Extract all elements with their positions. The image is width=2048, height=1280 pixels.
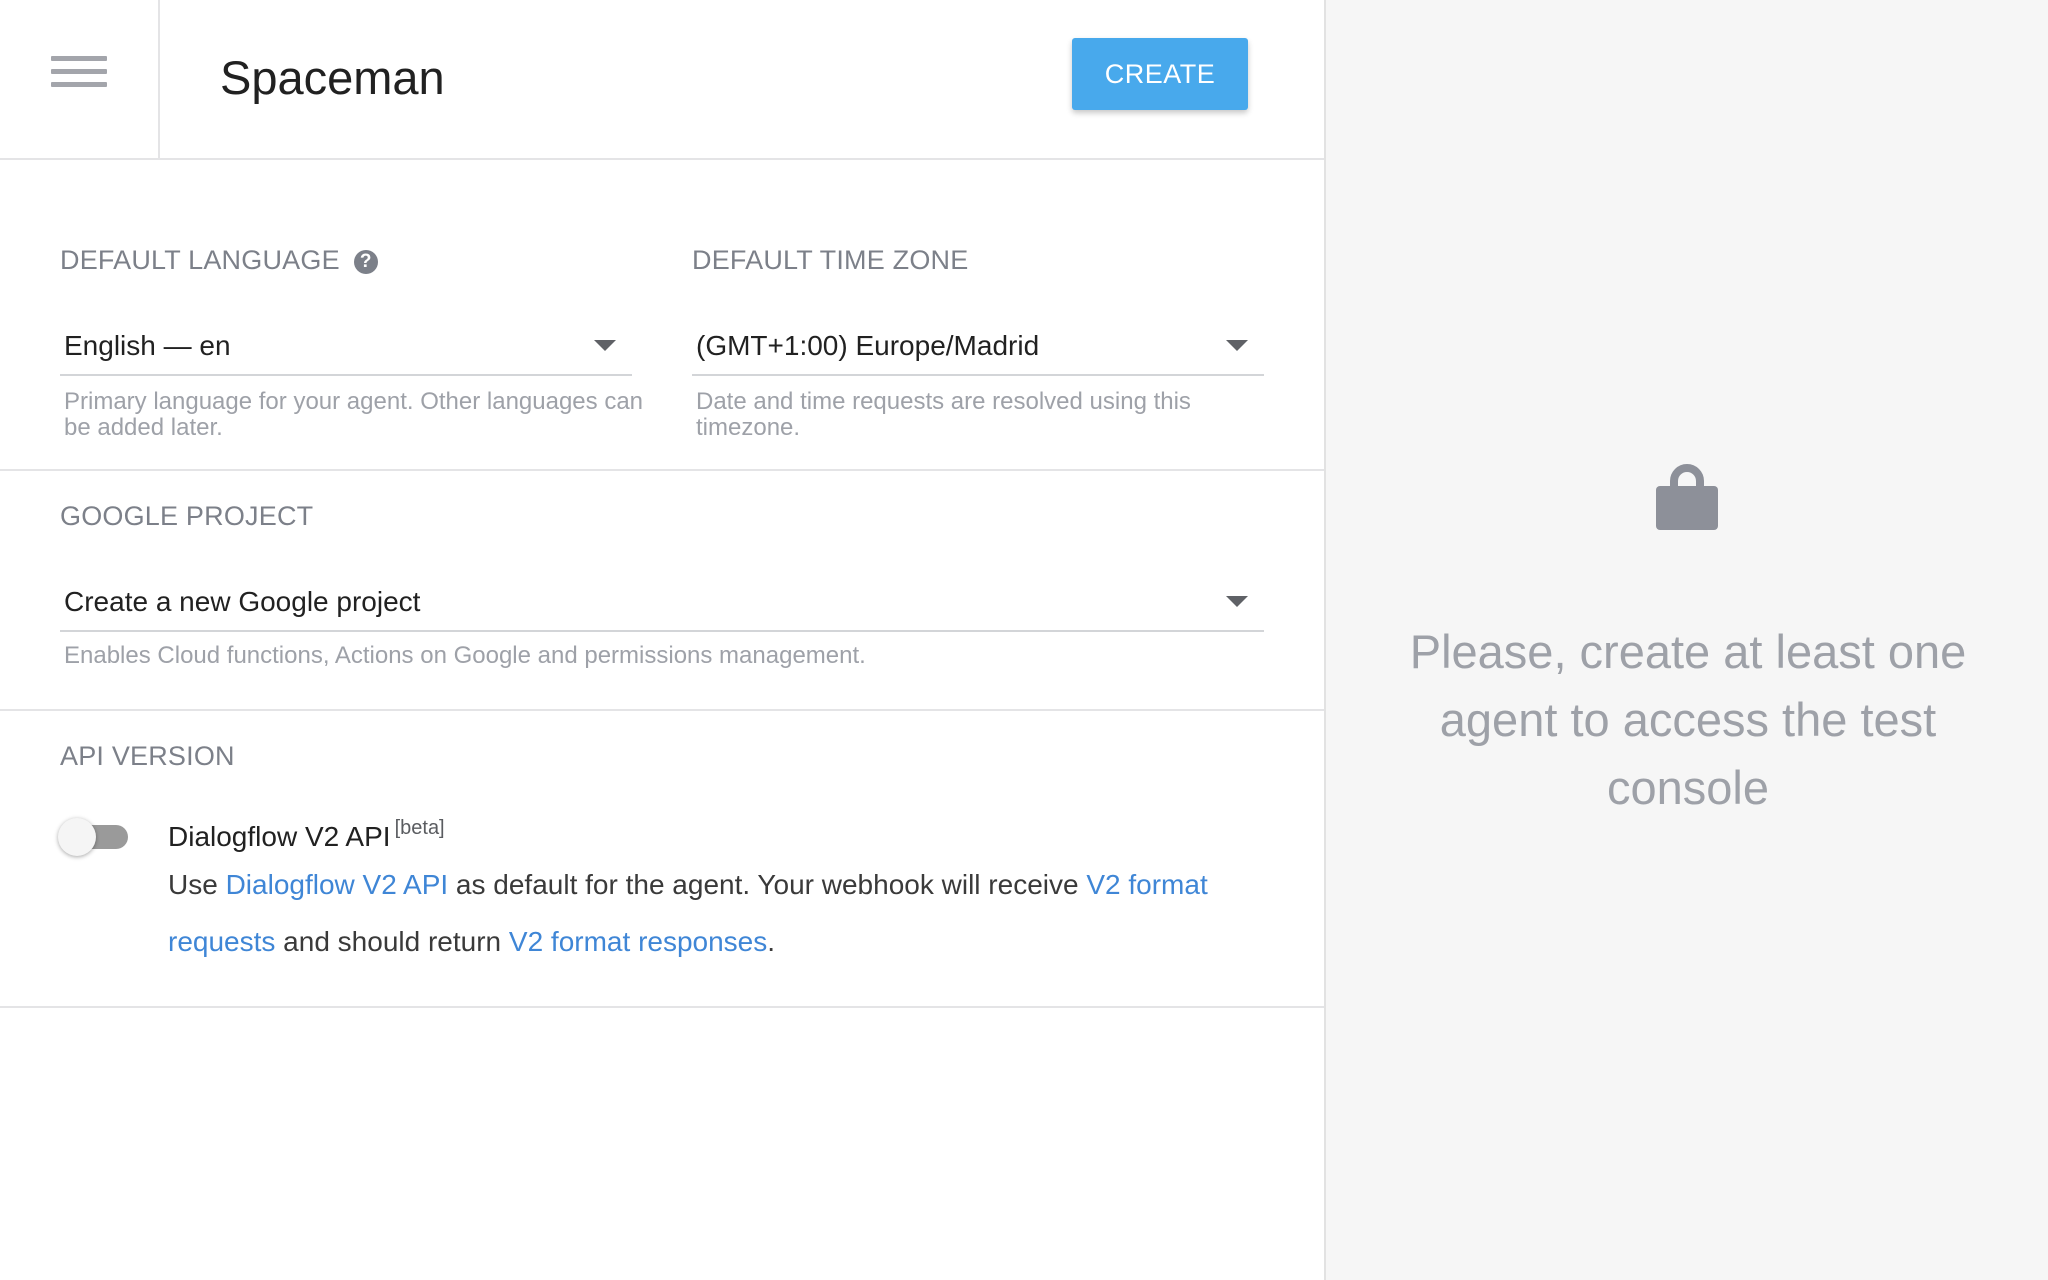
test-console-panel: Please, create at least one agent to acc… [1324,0,2048,1280]
menu-icon[interactable] [0,0,160,158]
create-button[interactable]: CREATE [1072,38,1248,110]
beta-badge: [beta] [394,817,445,839]
default-timezone-hint: Date and time requests are resolved usin… [696,388,1191,441]
v2-format-responses-link[interactable]: V2 format responses [509,926,767,957]
section-divider [0,709,1324,711]
help-icon[interactable]: ? [353,250,378,274]
chevron-down-icon [594,340,616,351]
api-v2-title: Dialogflow V2 API [beta] [168,810,445,855]
test-console-message: Please, create at least one agent to acc… [1409,625,1967,814]
menu-icon-bar [51,82,107,87]
default-language-select[interactable]: English — en [60,318,632,376]
section-divider [0,1006,1324,1008]
api-v2-title-text: Dialogflow V2 API [168,821,391,852]
header: Spaceman CREATE [0,0,1324,160]
api-v2-description: Use Dialogflow V2 API as default for the… [168,856,1208,970]
default-language-hint: Primary language for your agent. Other l… [64,388,644,441]
default-language-value: English — en [64,330,231,361]
default-timezone-select[interactable]: (GMT+1:00) Europe/Madrid [692,318,1264,376]
menu-icon-bar [51,56,107,61]
toggle-knob [58,818,96,856]
section-divider [0,469,1324,471]
google-project-value: Create a new Google project [64,586,421,617]
chevron-down-icon [1226,340,1248,351]
default-timezone-label: DEFAULT TIME ZONE [692,245,969,275]
agent-settings-panel: Spaceman CREATE DEFAULT LANGUAGE? Englis… [0,0,1324,1280]
google-project-hint: Enables Cloud functions, Actions on Goog… [64,642,866,669]
default-language-label-text: DEFAULT LANGUAGE [60,245,340,275]
api-desc-text: and should return [275,926,509,957]
lock-icon [1656,464,1718,530]
menu-icon-bar [51,69,107,74]
api-desc-text: . [767,926,776,957]
google-project-label: GOOGLE PROJECT [60,501,314,531]
api-desc-text: as default for the agent. Your webhook w… [448,869,1087,900]
default-timezone-value: (GMT+1:00) Europe/Madrid [696,330,1040,361]
default-language-label: DEFAULT LANGUAGE? [60,243,378,277]
api-version-label: API VERSION [60,741,235,771]
chevron-down-icon [1226,596,1248,607]
app-root: Spaceman CREATE DEFAULT LANGUAGE? Englis… [0,0,2048,1280]
dialogflow-v2-api-link[interactable]: Dialogflow V2 API [226,869,449,900]
agent-name-title: Spaceman [220,51,445,104]
google-project-select[interactable]: Create a new Google project [60,574,1264,632]
api-desc-text: Use [168,869,226,900]
api-v2-toggle[interactable] [58,816,132,856]
